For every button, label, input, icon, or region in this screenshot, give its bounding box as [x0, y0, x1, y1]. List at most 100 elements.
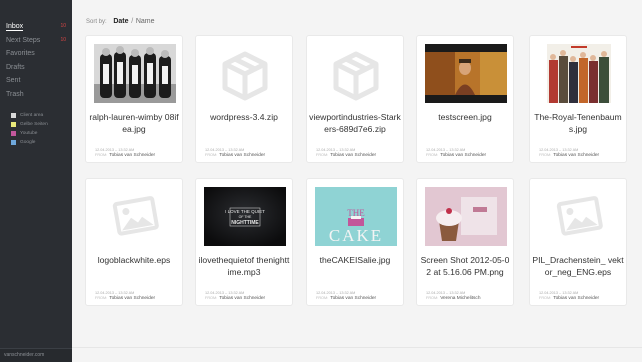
file-sender: FROM: Tobias van Schneider [426, 153, 486, 158]
label-color-swatch [11, 140, 16, 145]
sidebar-item-label: Favorites [6, 50, 35, 57]
album-title-line-1: I LOVE THE QUIET [225, 209, 265, 214]
from-label: FROM: [539, 296, 552, 300]
file-thumbnail [94, 44, 176, 103]
album-cover-thumbnail: I LOVE THE QUIET OF THE NIGHTTIME [204, 187, 286, 246]
sender-name: Tobias van Schneider [109, 153, 156, 158]
file-sender: FROM: Tobias van Schneider [95, 153, 155, 158]
file-card[interactable]: ralph-lauren-wimby 08ifea.jpg 12.04.2013… [85, 35, 183, 163]
image-file-icon [112, 196, 159, 236]
archive-icon [222, 51, 268, 101]
file-sender: FROM: Tobias van Schneider [95, 296, 155, 301]
file-thumbnail [538, 187, 620, 246]
label-item-google[interactable]: Google [11, 138, 71, 147]
file-card[interactable]: I LOVE THE QUIET OF THE NIGHTTIME ilovet… [195, 178, 293, 306]
sidebar-item-favorites[interactable]: Favorites [6, 47, 68, 61]
sidebar-item-drafts[interactable]: Drafts [6, 61, 68, 75]
poster-text-cake: CAKE [329, 226, 383, 245]
file-date: 12.04.2013 – 13:32 AM [316, 291, 356, 295]
file-date: 12.04.2013 – 13:32 AM [539, 291, 579, 295]
file-name: The-Royal-Tenenbaums.jpg [534, 112, 622, 134]
unread-count-badge: 10 [60, 23, 66, 29]
file-name: theCAKEISalie.jpg [319, 255, 391, 265]
sender-name: Verena Michelitsch [440, 296, 481, 301]
sender-name: Tobias van Schneider [553, 296, 600, 301]
file-card[interactable]: THE CAKE theCAKEISalie.jpg 12.04.2013 – … [306, 178, 404, 306]
album-title-line-3: NIGHTTIME [231, 220, 259, 226]
file-card[interactable]: viewportindustries-Starkers-689d7e6.zip … [306, 35, 404, 163]
file-thumbnail: THE CAKE [315, 187, 397, 246]
file-thumbnail [204, 44, 286, 103]
file-thumbnail [315, 44, 397, 103]
sidebar: Inbox 10 Next Steps 10 Favorites Drafts Sent Tr… [0, 0, 72, 362]
poster-thumbnail: THE CAKE [315, 187, 397, 246]
file-sender: FROM: Tobias van Schneider [539, 153, 599, 158]
label-color-swatch [11, 131, 16, 136]
file-sender: FROM: Tobias van Schneider [316, 296, 376, 301]
file-card[interactable]: PIL_Drachenstein_ vektor_neg_ENG.eps 12.… [529, 178, 627, 306]
sender-name: Tobias van Schneider [219, 296, 266, 301]
from-label: FROM: [95, 153, 108, 157]
from-label: FROM: [316, 296, 329, 300]
file-sender: FROM: Verena Michelitsch [426, 296, 481, 301]
sidebar-item-trash[interactable]: Trash [6, 88, 68, 102]
sort-by-date[interactable]: Date [113, 18, 128, 25]
file-date: 12.04.2013 – 13:32 AM [316, 148, 356, 152]
photo-thumbnail [547, 44, 611, 103]
sidebar-footer[interactable]: vanschneider.com [0, 348, 72, 362]
from-label: FROM: [426, 296, 439, 300]
label-item-youtube[interactable]: Youtube [11, 129, 71, 138]
file-date: 12.04.2013 – 13:32 AM [95, 291, 135, 295]
file-thumbnail [94, 187, 176, 246]
file-name: viewportindustries-Starkers-689d7e6.zip [309, 112, 401, 134]
label-item-gelbe-seiten[interactable]: Gelbe Seiten [11, 120, 71, 129]
sidebar-item-sent[interactable]: Sent [6, 74, 68, 88]
app-window: Inbox 10 Next Steps 10 Favorites Drafts Sent Tr… [0, 0, 642, 362]
label-name: Youtube [20, 131, 38, 136]
file-card[interactable]: logoblackwhite.eps 12.04.2013 – 13:32 AM… [85, 178, 183, 306]
sidebar-item-label: Drafts [6, 63, 25, 71]
file-card[interactable]: wordpress-3.4.zip 12.04.2013 – 13:32 AM … [195, 35, 293, 163]
sort-separator: / [131, 18, 134, 25]
file-sender: FROM: Tobias van Schneider [316, 153, 376, 158]
sort-by-name[interactable]: Name [136, 18, 155, 25]
from-label: FROM: [95, 296, 108, 300]
sidebar-item-next-steps[interactable]: Next Steps 10 [6, 34, 68, 48]
file-thumbnail [538, 44, 620, 103]
from-label: FROM: [205, 153, 218, 157]
sidebar-item-inbox[interactable]: Inbox 10 [6, 20, 68, 34]
sender-name: Tobias van Schneider [440, 153, 487, 158]
file-name: ilovethequietof thenighttime.mp3 [198, 255, 290, 277]
label-color-swatch [11, 113, 16, 118]
label-list: Client area Gelbe Seiten Youtube Google [11, 111, 71, 147]
sort-label: Sort by: [86, 19, 107, 25]
file-name: testscreen.jpg [438, 112, 492, 122]
file-card[interactable]: Screen Shot 2012-05-02 at 5.16.06 PM.png… [416, 178, 514, 306]
sender-name: Tobias van Schneider [553, 153, 600, 158]
photo-thumbnail [425, 187, 507, 246]
label-name: Gelbe Seiten [20, 122, 48, 127]
label-item-client-area[interactable]: Client area [11, 111, 71, 120]
file-date: 12.04.2013 – 13:32 AM [426, 148, 466, 152]
sidebar-item-label: Sent [6, 77, 21, 84]
label-color-swatch [11, 122, 16, 127]
photo-thumbnail [94, 44, 176, 103]
file-sender: FROM: Tobias van Schneider [205, 153, 265, 158]
file-thumbnail: I LOVE THE QUIET OF THE NIGHTTIME [204, 187, 286, 246]
file-card[interactable]: testscreen.jpg 12.04.2013 – 13:32 AM FRO… [416, 35, 514, 163]
image-file-icon [556, 196, 603, 236]
photo-thumbnail [425, 44, 507, 103]
file-card[interactable]: The-Royal-Tenenbaums.jpg 12.04.2013 – 13… [529, 35, 627, 163]
from-label: FROM: [426, 153, 439, 157]
archive-icon [333, 51, 379, 101]
file-grid: ralph-lauren-wimby 08ifea.jpg 12.04.2013… [85, 35, 642, 335]
sidebar-item-label: Next Steps [6, 36, 41, 44]
sender-name: Tobias van Schneider [330, 296, 377, 301]
file-sender: FROM: Tobias van Schneider [539, 296, 599, 301]
file-date: 12.04.2013 – 13:32 AM [539, 148, 579, 152]
sidebar-item-label: Trash [6, 90, 24, 98]
sender-name: Tobias van Schneider [330, 153, 377, 158]
sidebar-item-label: Inbox [6, 23, 24, 31]
unread-count-badge: 10 [60, 36, 66, 43]
file-name: wordpress-3.4.zip [210, 112, 278, 122]
